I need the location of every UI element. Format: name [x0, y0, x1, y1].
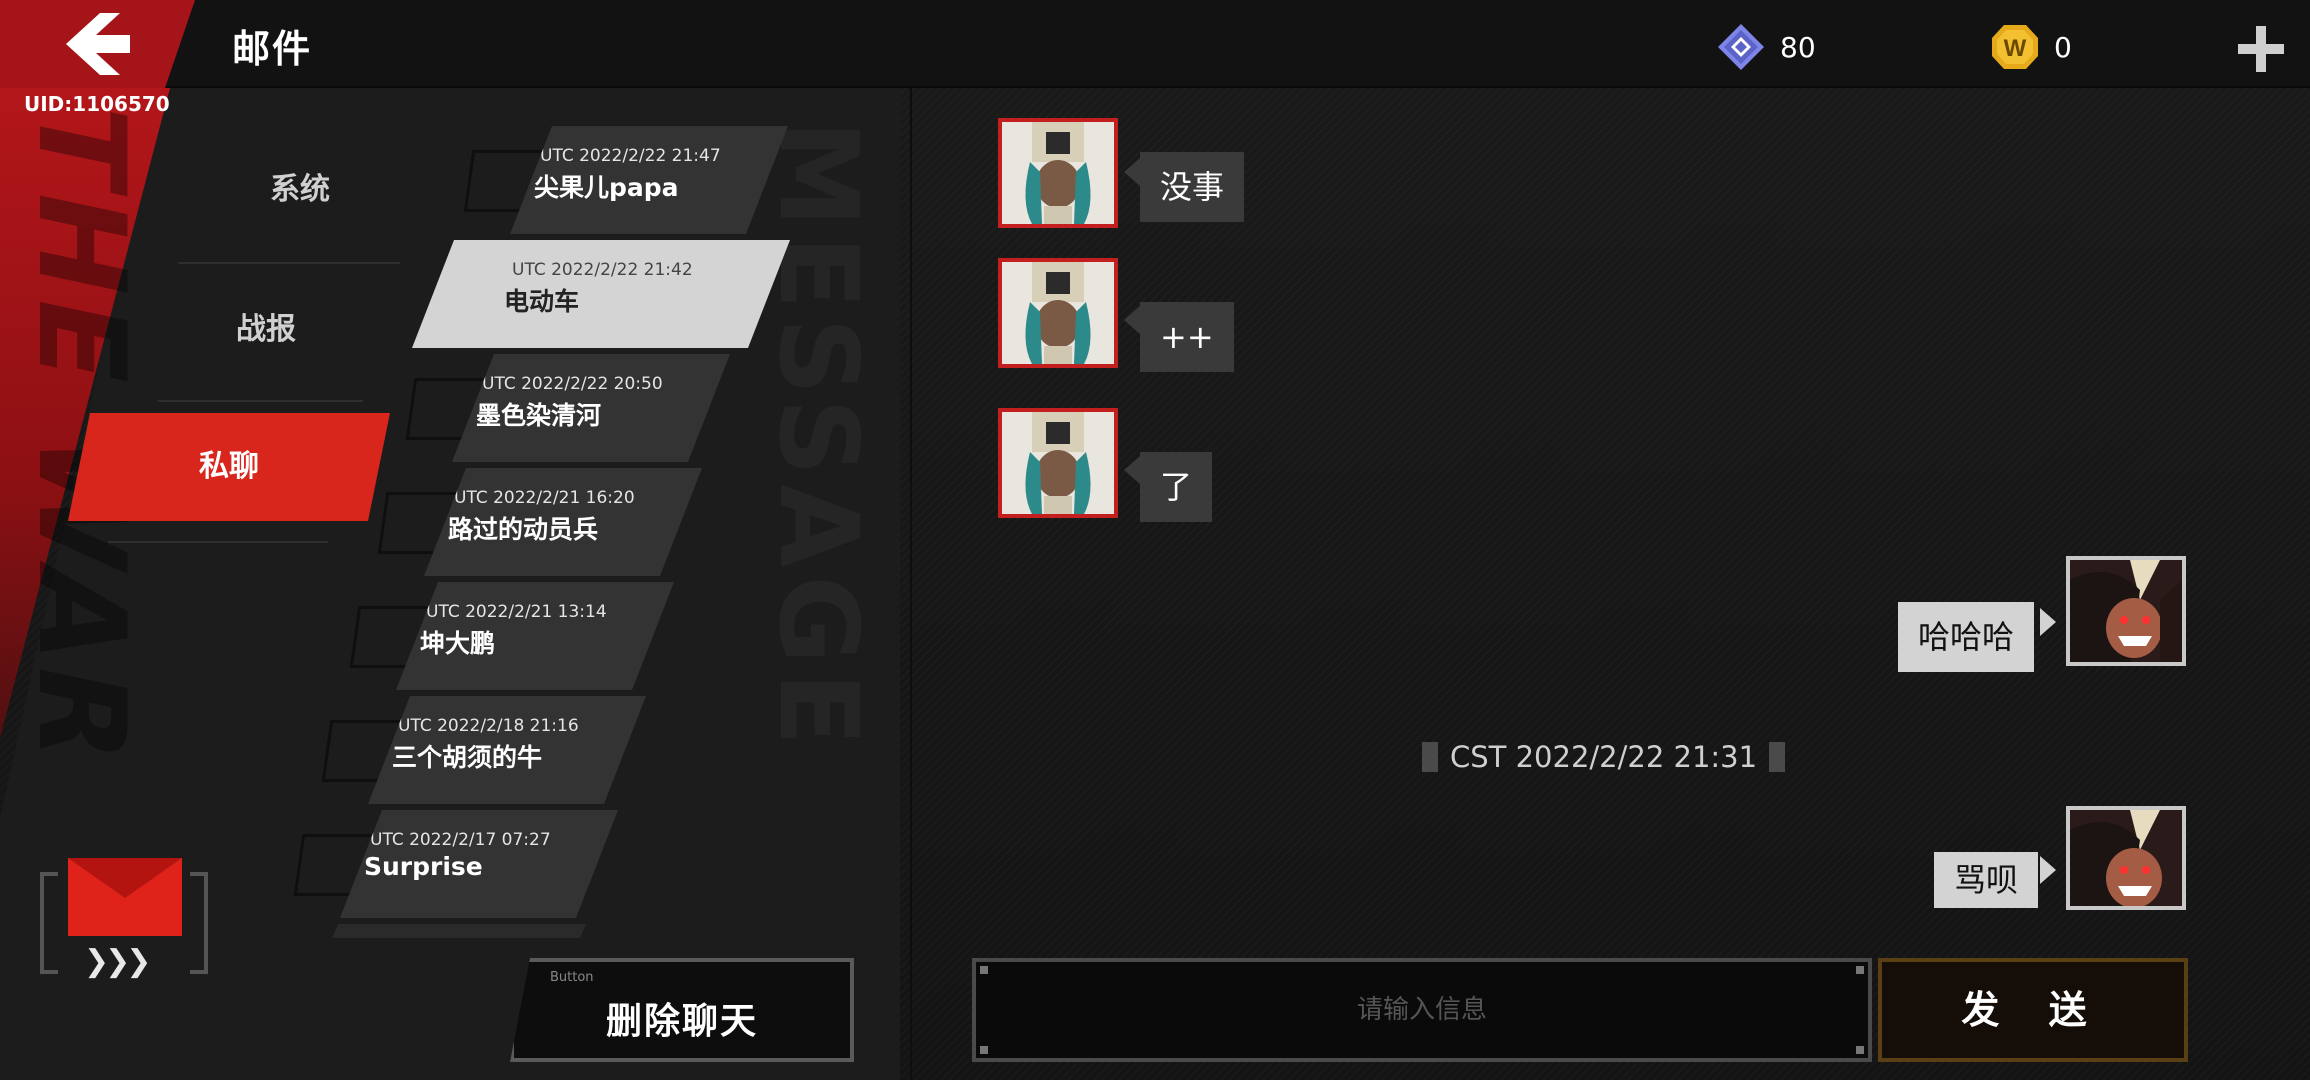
chat-item[interactable]: UTC 2022/2/21 13:14 坤大鹏: [396, 582, 674, 690]
timestamp-mark: [1769, 742, 1786, 772]
chat-item[interactable]: UTC 2022/2/18 21:16 三个胡须的牛: [368, 696, 646, 804]
chat-name: 三个胡须的牛: [392, 743, 543, 772]
corner-mark: [1856, 966, 1864, 974]
category-system[interactable]: 系统: [230, 150, 370, 230]
top-bar: 邮件 80 W 0: [0, 0, 2310, 88]
chat-item[interactable]: UTC 2022/2/22 21:47 尖果儿papa: [510, 126, 788, 234]
category-battle-report[interactable]: 战报: [196, 290, 336, 370]
bubble-tail: [2040, 856, 2056, 884]
send-button[interactable]: 发 送: [1878, 958, 2188, 1062]
coin-counter: W 0: [1990, 22, 2072, 72]
chat-name: 尖果儿papa: [534, 173, 679, 202]
message-input-box: [972, 958, 1872, 1062]
divider: [158, 400, 363, 402]
corner-mark: [1856, 1046, 1864, 1054]
chat-time: UTC 2022/2/22 20:50: [482, 374, 663, 394]
chat-time: UTC 2022/2/21 16:20: [454, 488, 635, 508]
corner-mark: [980, 966, 988, 974]
character-portrait-icon: [1002, 262, 1114, 364]
bracket-decoration: [190, 872, 208, 974]
avatar[interactable]: [998, 258, 1118, 368]
message-bubble: 没事: [1140, 152, 1245, 222]
character-portrait-icon: [2070, 560, 2182, 662]
my-message-bubble: 骂呗: [1934, 852, 2039, 908]
chat-item[interactable]: UTC 2022/2/17 07:27 Surprise: [340, 810, 618, 918]
bubble-tail: [1124, 158, 1140, 186]
bubble-tail: [2040, 608, 2056, 636]
gem-icon: [1718, 24, 1764, 70]
coin-count: 0: [2054, 30, 2072, 64]
gem-counter: 80: [1716, 22, 1816, 72]
back-button[interactable]: [58, 12, 138, 76]
bubble-tail: [1124, 456, 1140, 484]
chevrons-icon: ❯❯❯: [84, 944, 151, 979]
coin-icon: W: [1992, 25, 2038, 69]
chat-time: UTC 2022/2/22 21:42: [512, 260, 693, 280]
chat-name: 电动车: [504, 287, 580, 316]
gem-count: 80: [1780, 30, 1816, 64]
list-end-bar: [332, 924, 586, 938]
timestamp-text: CST 2022/2/22 21:31: [1450, 740, 1758, 774]
timestamp-mark: [1422, 742, 1438, 772]
panel-divider: [910, 88, 912, 1080]
svg-text:W: W: [2004, 35, 2027, 62]
message-input[interactable]: [976, 962, 1868, 1058]
delete-chat-button[interactable]: Button 删除聊天: [510, 958, 854, 1062]
avatar[interactable]: [998, 408, 1118, 518]
my-message-bubble: 哈哈哈: [1898, 602, 2035, 672]
chat-item[interactable]: UTC 2022/2/21 16:20 路过的动员兵: [424, 468, 702, 576]
page-title: 邮件: [232, 27, 313, 71]
message-bubble: 了: [1140, 452, 1213, 522]
bubble-tail: [1124, 306, 1140, 334]
back-arrow-icon: [66, 13, 130, 75]
add-currency-button[interactable]: [2238, 26, 2284, 72]
mail-icon: [68, 858, 182, 936]
category-private-chat[interactable]: 私聊: [68, 413, 390, 521]
chat-timestamp: CST 2022/2/22 21:31: [1422, 740, 1786, 774]
user-id: UID:1106570: [24, 92, 170, 116]
delete-chat-label: 删除聊天: [605, 1001, 758, 1042]
my-avatar[interactable]: [2066, 806, 2186, 910]
character-portrait-icon: [1002, 412, 1114, 514]
chat-time: UTC 2022/2/18 21:16: [398, 716, 579, 736]
chat-item-active[interactable]: UTC 2022/2/22 21:42 电动车: [412, 240, 790, 348]
chat-item[interactable]: UTC 2022/2/22 20:50 墨色染清河: [452, 354, 730, 462]
avatar[interactable]: [998, 118, 1118, 228]
chat-name: 路过的动员兵: [448, 515, 599, 544]
corner-mark: [980, 1046, 988, 1054]
character-portrait-icon: [1002, 122, 1114, 224]
message-background-text: MESSAGE: [755, 120, 880, 754]
my-avatar[interactable]: [2066, 556, 2186, 666]
divider: [108, 541, 328, 543]
divider: [178, 262, 400, 264]
chat-name: 坤大鹏: [420, 629, 496, 658]
button-caption: Button: [550, 970, 594, 985]
character-portrait-icon: [2070, 810, 2182, 906]
chat-name: Surprise: [364, 852, 483, 881]
chat-time: UTC 2022/2/17 07:27: [370, 830, 551, 850]
bracket-decoration: [40, 872, 58, 974]
chat-time: UTC 2022/2/22 21:47: [540, 146, 721, 166]
chat-name: 墨色染清河: [476, 401, 602, 430]
chat-time: UTC 2022/2/21 13:14: [426, 602, 607, 622]
message-bubble: ++: [1140, 302, 1234, 372]
